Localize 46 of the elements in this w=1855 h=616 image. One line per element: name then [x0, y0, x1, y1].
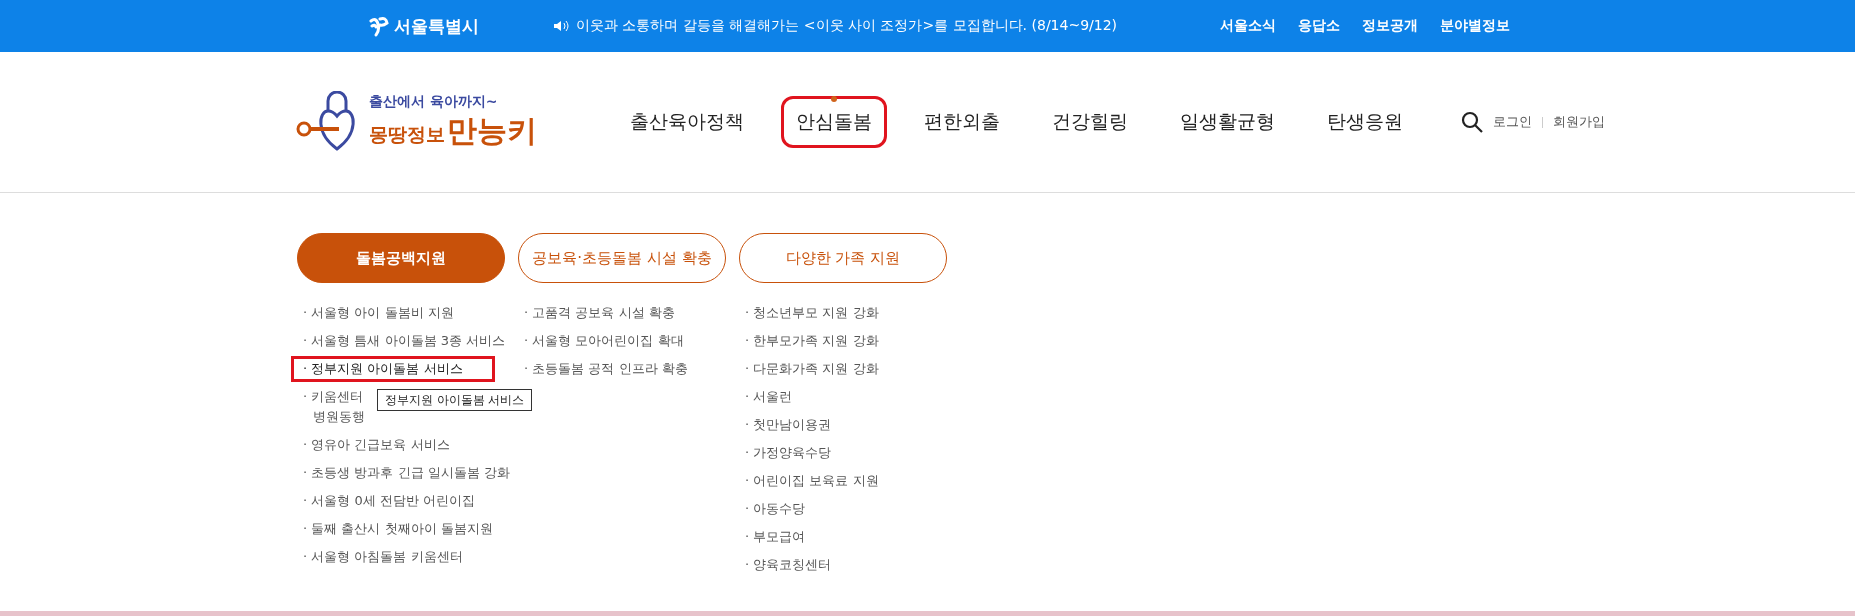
submenu-link[interactable]: · 서울형 아침돌봄 키움센터 [303, 547, 463, 567]
nav-item[interactable]: 출산육아정책 [615, 96, 759, 148]
submenu-link[interactable]: · 초등생 방과후 긴급 일시돌봄 강화 [303, 463, 510, 483]
nav-item[interactable]: 편한외출 [909, 96, 1015, 148]
submenu-link[interactable]: · 둘째 출산시 첫째아이 돌봄지원 [303, 519, 493, 539]
submenu-link[interactable]: · 서울런 [745, 387, 793, 407]
search-icon[interactable] [1461, 111, 1483, 133]
top-link[interactable]: 응답소 [1298, 17, 1340, 35]
signup-link[interactable]: 회원가입 [1553, 113, 1605, 131]
notice-link[interactable]: 이웃과 소통하며 갈등을 해결해가는 <이웃 사이 조정가>를 모집합니다. (8/14~9/12) [576, 17, 1118, 35]
submenu-link[interactable]: · 부모급여 [745, 527, 806, 547]
submenu-link[interactable]: · 서울형 모아어린이집 확대 [524, 331, 684, 351]
submenu-link[interactable]: · 영유아 긴급보육 서비스 [303, 435, 450, 455]
nav-item[interactable]: 탄생응원 [1312, 96, 1418, 148]
logo-name: 몽땅정보 [369, 121, 445, 147]
city-name[interactable]: 서울특별시 [394, 14, 479, 38]
submenu-link[interactable]: · 고품격 공보육 시설 확충 [524, 303, 675, 323]
speaker-icon [554, 20, 570, 32]
top-link[interactable]: 정보공개 [1362, 17, 1418, 35]
category-tab[interactable]: 다양한 가족 지원 [739, 233, 947, 283]
nav-item[interactable]: 안심돌봄 [781, 96, 887, 148]
submenu-link[interactable]: · 초등돌봄 공적 인프라 확충 [524, 359, 688, 379]
submenu-link[interactable]: · 서울형 0세 전담반 어린이집 [303, 491, 475, 511]
submenu-link[interactable]: · 가정양육수당 [745, 443, 832, 463]
submenu-link[interactable]: · 청소년부모 지원 강화 [745, 303, 879, 323]
top-link[interactable]: 분야별정보 [1440, 17, 1510, 35]
city-logo-icon [368, 15, 390, 37]
submenu-link[interactable]: · 정부지원 아이돌봄 서비스 [303, 359, 463, 379]
submenu-link[interactable]: · 어린이집 보육료 지원 [745, 471, 879, 491]
submenu-link[interactable]: · 키움센터 병원동행 [303, 387, 365, 427]
nav-item[interactable]: 건강힐링 [1037, 96, 1143, 148]
category-tab[interactable]: 공보육·초등돌봄 시설 확충 [518, 233, 726, 283]
category-tab[interactable]: 돌봄공백지원 [297, 233, 505, 283]
submenu-link[interactable]: · 다문화가족 지원 강화 [745, 359, 879, 379]
submenu-link[interactable]: · 아동수당 [745, 499, 806, 519]
submenu-link[interactable]: · 첫만남이용권 [745, 415, 832, 435]
login-link[interactable]: 로그인 [1493, 113, 1532, 131]
submenu-link[interactable]: · 한부모가족 지원 강화 [745, 331, 879, 351]
nav-item[interactable]: 일생활균형 [1165, 96, 1290, 148]
submenu-link[interactable]: · 양육코칭센터 [745, 555, 832, 575]
submenu-link[interactable]: · 서울형 틈새 아이돌봄 3종 서비스 [303, 331, 506, 351]
logo-accent: 만능키 [447, 111, 537, 150]
submenu-link[interactable]: · 서울형 아이 돌봄비 지원 [303, 303, 454, 323]
tooltip: 정부지원 아이돌봄 서비스 [377, 389, 533, 411]
logo-tagline: 출산에서 육아까지~ [369, 92, 499, 111]
top-link[interactable]: 서울소식 [1220, 17, 1276, 35]
